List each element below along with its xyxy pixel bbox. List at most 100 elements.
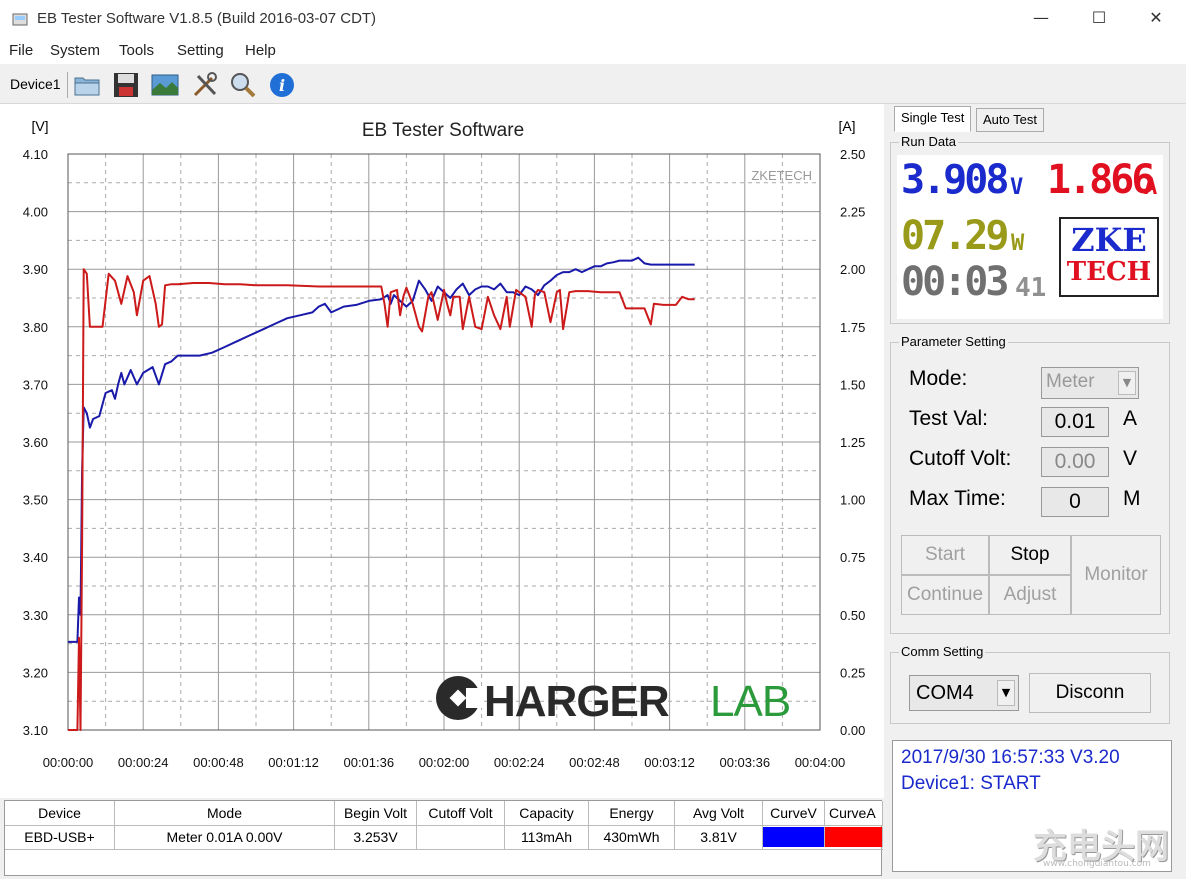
y-left-tick-label: 3.10: [23, 723, 48, 738]
cell-avg-volt: 3.81V: [675, 825, 763, 849]
close-button[interactable]: ✕: [1141, 8, 1171, 30]
chevron-down-icon[interactable]: ▼: [997, 680, 1015, 706]
max-time-input[interactable]: 0: [1041, 487, 1109, 517]
zketech-logo: ZKE TECH: [1059, 217, 1159, 297]
chargerlab-text-harger: HARGER: [484, 677, 669, 726]
y-left-tick-label: 3.60: [23, 435, 48, 450]
cutoff-volt-label: Cutoff Volt:: [909, 447, 1012, 470]
y-left-tick-label: 4.00: [23, 205, 48, 220]
parameter-setting-group: Parameter Setting Mode: Meter ▼ Test Val…: [890, 334, 1170, 634]
com-port-value: COM4: [916, 682, 974, 704]
cell-device: EBD-USB+: [5, 825, 115, 849]
zketech-watermark: ZKETECH: [751, 168, 812, 183]
chart-title: EB Tester Software: [362, 120, 524, 141]
mode-select[interactable]: Meter ▼: [1041, 367, 1139, 399]
image-icon[interactable]: [150, 70, 180, 100]
col-mode: Mode: [115, 801, 335, 825]
start-button[interactable]: Start: [901, 535, 989, 575]
com-port-select[interactable]: COM4 ▼: [909, 675, 1019, 711]
save-icon[interactable]: [111, 70, 141, 100]
test-val-input[interactable]: 0.01: [1041, 407, 1109, 437]
cell-mode: Meter 0.01A 0.00V: [115, 825, 335, 849]
title-bar: EB Tester Software V1.8.5 (Build 2016-03…: [0, 0, 1186, 38]
menu-setting[interactable]: Setting: [177, 42, 224, 59]
x-tick-label: 00:02:48: [569, 755, 620, 770]
test-val-unit: A: [1123, 407, 1138, 430]
col-curve-v: CurveV: [763, 801, 825, 825]
app-icon: [12, 13, 28, 26]
run-data-group: Run Data 3.908 V 1.866 A 07.29 W 00:03 4…: [890, 134, 1170, 324]
chargerlab-logo-cutout: [466, 688, 484, 708]
chevron-down-icon[interactable]: ▼: [1118, 371, 1136, 395]
y-right-axis-label: [A]: [838, 118, 855, 134]
tools-icon[interactable]: [190, 70, 220, 100]
chart-area: 00:00:00 00:00:24 00:00:48 00:01:12 00:01:36…: [0, 104, 884, 798]
current-unit: A: [1144, 175, 1158, 200]
col-curve-a: CurveA: [825, 801, 883, 825]
y-right-tick-label: 1.50: [840, 377, 865, 392]
search-icon[interactable]: [228, 70, 258, 100]
status-line-2: Device1: START: [901, 773, 1041, 794]
minimize-button[interactable]: —: [1026, 8, 1056, 30]
svg-text:i: i: [279, 76, 285, 95]
cell-capacity: 113mAh: [505, 825, 589, 849]
y-right-tick-label: 1.00: [840, 493, 865, 508]
parameter-setting-title: Parameter Setting: [899, 334, 1008, 349]
menu-help[interactable]: Help: [245, 42, 276, 59]
chargerlab-text-lab: LAB: [710, 677, 790, 726]
col-energy: Energy: [589, 801, 675, 825]
x-tick-label: 00:00:00: [43, 755, 94, 770]
y-left-tick-label: 3.50: [23, 493, 48, 508]
y-left-tick-label: 3.70: [23, 377, 48, 392]
max-time-label: Max Time:: [909, 487, 1006, 510]
maximize-button[interactable]: ☐: [1084, 8, 1114, 30]
x-tick-label: 00:03:12: [644, 755, 695, 770]
y-left-tick-label: 3.20: [23, 665, 48, 680]
menu-file[interactable]: File: [9, 42, 33, 59]
power-unit: W: [1011, 231, 1025, 256]
y-right-tick-label: 2.50: [840, 147, 865, 162]
current-readout: 1.866: [1047, 157, 1155, 203]
comm-setting-title: Comm Setting: [899, 644, 986, 659]
cell-energy: 430mWh: [589, 825, 675, 849]
voltage-unit: V: [1010, 175, 1024, 200]
x-tick-label: 00:02:24: [494, 755, 545, 770]
continue-button[interactable]: Continue: [901, 575, 989, 615]
status-box: 2017/9/30 16:57:33 V3.20 Device1: START …: [892, 740, 1172, 872]
tab-auto-test[interactable]: Auto Test: [976, 108, 1044, 132]
info-icon[interactable]: i: [267, 70, 297, 100]
cutoff-volt-input[interactable]: 0.00: [1041, 447, 1109, 477]
monitor-button[interactable]: Monitor: [1071, 535, 1161, 615]
run-data-display: 3.908 V 1.866 A 07.29 W 00:03 41 ZKE TEC…: [897, 155, 1163, 319]
voltage-current-chart: 00:00:00 00:00:24 00:00:48 00:01:12 00:01:36…: [0, 104, 884, 798]
corner-watermark-url: www.chongdiantou.com: [1043, 859, 1151, 869]
x-tick-label: 00:03:36: [719, 755, 770, 770]
y-right-tick-label: 1.75: [840, 320, 865, 335]
power-readout: 07.29: [901, 213, 1009, 259]
tab-single-test[interactable]: Single Test: [894, 106, 972, 132]
logo-text-tech: TECH: [1066, 257, 1152, 287]
y-right-tick-label: 0.75: [840, 550, 865, 565]
y-right-tick-label: 0.00: [840, 723, 865, 738]
device-tab[interactable]: Device1: [4, 72, 68, 98]
window-title: EB Tester Software V1.8.5 (Build 2016-03…: [37, 10, 377, 27]
adjust-button[interactable]: Adjust: [989, 575, 1071, 615]
x-tick-label: 00:00:48: [193, 755, 244, 770]
menu-tools[interactable]: Tools: [119, 42, 154, 59]
curve-v-swatch[interactable]: [763, 827, 825, 847]
mode-value: Meter: [1046, 371, 1095, 392]
col-cutoff-volt: Cutoff Volt: [417, 801, 505, 825]
y-left-axis-label: [V]: [31, 118, 48, 134]
curve-a-swatch[interactable]: [825, 827, 883, 847]
mode-label: Mode:: [909, 367, 968, 390]
y-left-tick-label: 3.90: [23, 262, 48, 277]
cutoff-volt-unit: V: [1123, 447, 1138, 470]
disconnect-button[interactable]: Disconn: [1029, 673, 1151, 713]
folder-icon[interactable]: [72, 70, 102, 100]
logo-text-zke: ZKE: [1071, 221, 1147, 259]
menu-system[interactable]: System: [50, 42, 100, 59]
y-right-tick-label: 2.00: [840, 262, 865, 277]
stop-button[interactable]: Stop: [989, 535, 1071, 575]
cell-begin-volt: 3.253V: [335, 825, 417, 849]
cell-cutoff-volt: [417, 825, 505, 849]
